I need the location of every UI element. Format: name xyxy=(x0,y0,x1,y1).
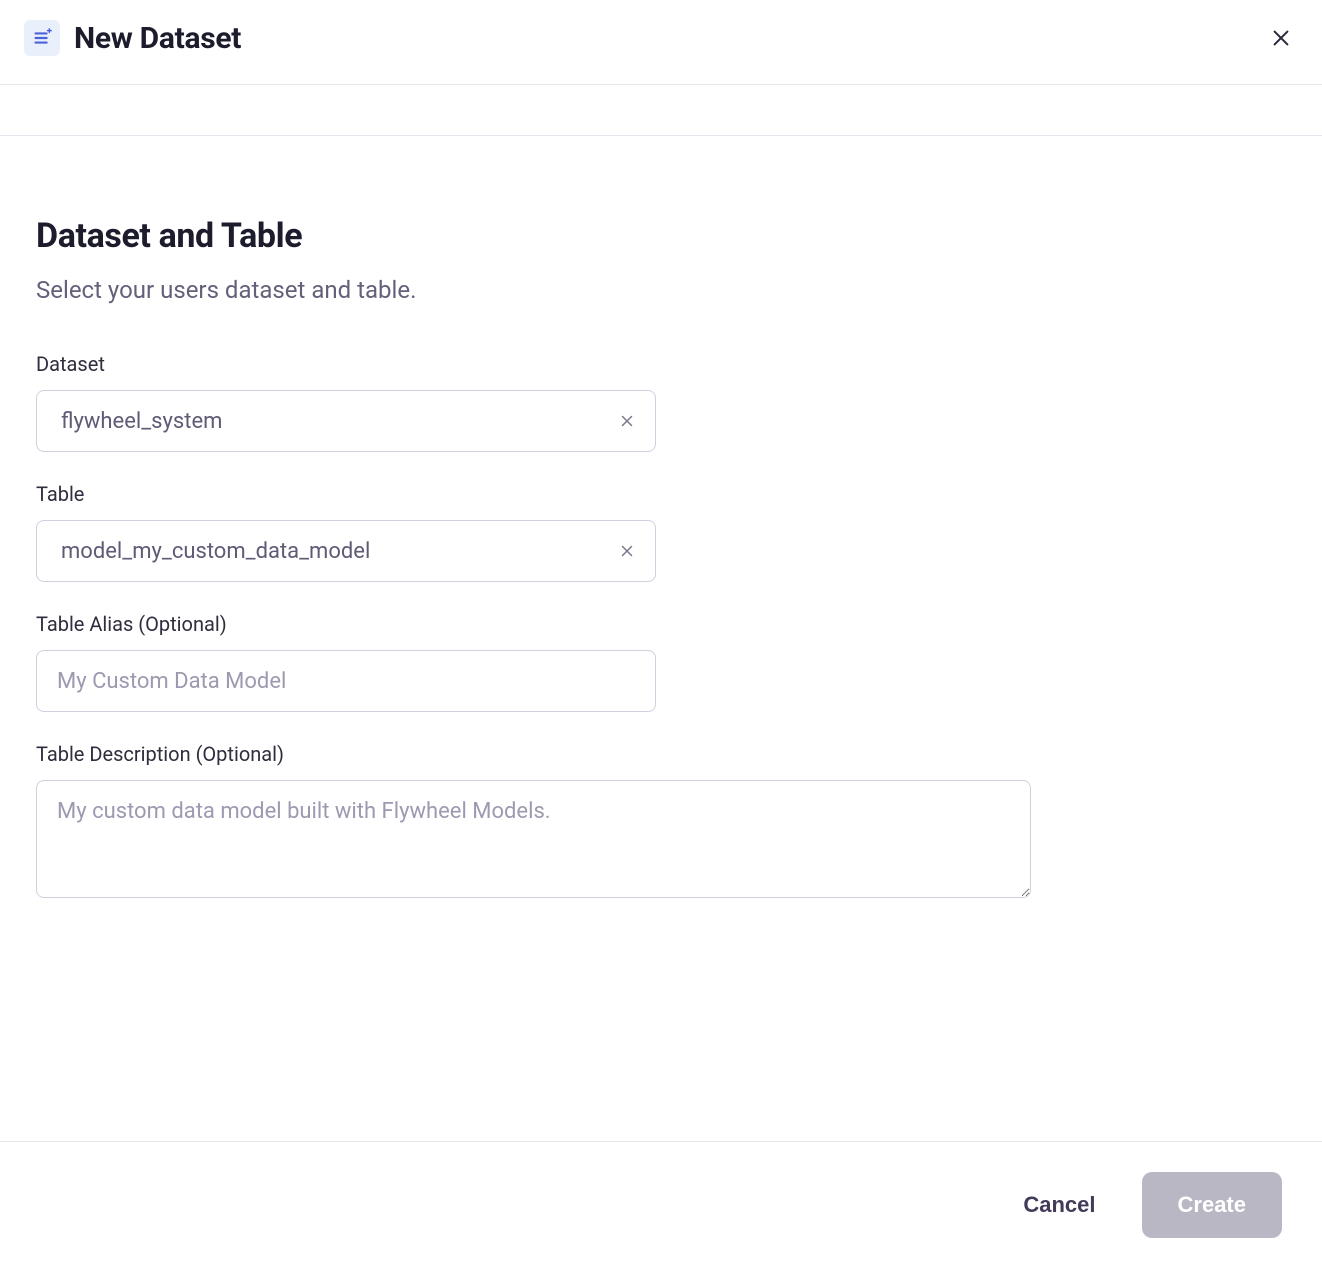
divider xyxy=(0,84,1322,85)
dialog-header: New Dataset xyxy=(24,20,1298,84)
close-icon xyxy=(618,412,636,430)
dataset-icon xyxy=(24,20,60,56)
cancel-button[interactable]: Cancel xyxy=(1017,1182,1101,1228)
table-alias-input[interactable] xyxy=(36,650,656,712)
dataset-label: Dataset xyxy=(36,352,1286,376)
table-select-wrap xyxy=(36,520,656,582)
dataset-select[interactable] xyxy=(36,390,656,452)
dataset-select-wrap xyxy=(36,390,656,452)
dataset-clear-button[interactable] xyxy=(612,406,642,436)
table-clear-button[interactable] xyxy=(612,536,642,566)
close-icon xyxy=(618,542,636,560)
section-title: Dataset and Table xyxy=(36,216,1286,256)
table-alias-field: Table Alias (Optional) xyxy=(36,612,1286,712)
table-select[interactable] xyxy=(36,520,656,582)
table-description-label: Table Description (Optional) xyxy=(36,742,1286,766)
form-section: Dataset and Table Select your users data… xyxy=(24,136,1298,932)
create-button[interactable]: Create xyxy=(1142,1172,1282,1238)
dialog-footer: Cancel Create xyxy=(0,1141,1322,1278)
new-dataset-dialog: New Dataset Dataset and Table Select you… xyxy=(0,0,1322,1278)
dialog-header-left: New Dataset xyxy=(24,20,241,56)
section-subtitle: Select your users dataset and table. xyxy=(36,276,1286,304)
table-description-input[interactable] xyxy=(36,780,1031,898)
table-alias-label: Table Alias (Optional) xyxy=(36,612,1286,636)
table-field: Table xyxy=(36,482,1286,582)
close-button[interactable] xyxy=(1264,21,1298,55)
dataset-field: Dataset xyxy=(36,352,1286,452)
close-icon xyxy=(1270,27,1292,49)
table-description-field: Table Description (Optional) xyxy=(36,742,1286,902)
spacer xyxy=(24,932,1298,1141)
dialog-title: New Dataset xyxy=(74,21,241,56)
table-label: Table xyxy=(36,482,1286,506)
